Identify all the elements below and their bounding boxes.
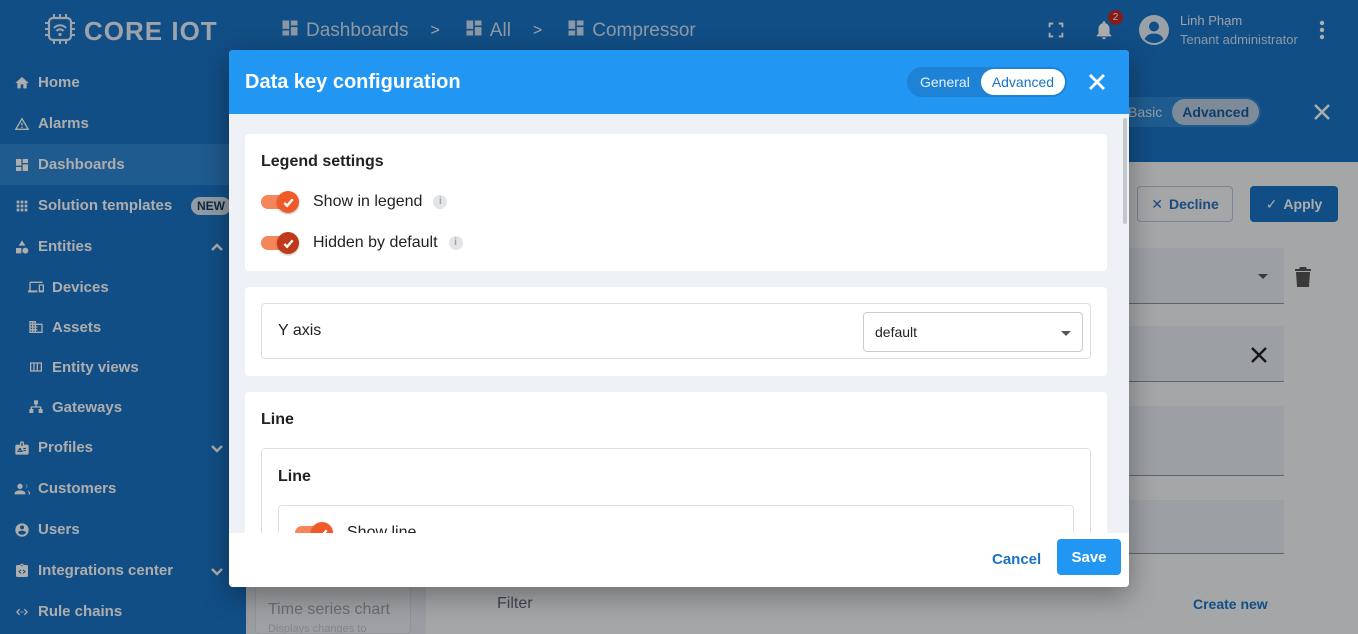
save-button[interactable]: Save bbox=[1057, 539, 1121, 575]
check-icon bbox=[311, 522, 333, 533]
y-axis-select[interactable]: default bbox=[863, 312, 1083, 352]
dialog-title: Data key configuration bbox=[245, 71, 461, 93]
show-line-row: Show line bbox=[295, 522, 416, 533]
legend-settings-card: Legend settings Show in legend i Hidden … bbox=[245, 134, 1107, 271]
tab-advanced[interactable]: Advanced bbox=[980, 69, 1066, 95]
info-icon[interactable]: i bbox=[448, 236, 463, 250]
legend-settings-title: Legend settings bbox=[261, 153, 384, 170]
y-axis-row: Y axis default bbox=[261, 303, 1091, 359]
line-subsection-title: Line bbox=[278, 468, 311, 485]
show-in-legend-row: Show in legend i bbox=[261, 191, 448, 213]
y-axis-card: Y axis default bbox=[245, 287, 1107, 376]
show-line-toggle[interactable] bbox=[295, 522, 333, 533]
dialog-header: Data key configuration General Advanced bbox=[229, 50, 1129, 114]
line-settings-box: Line Show line bbox=[261, 448, 1091, 533]
y-axis-select-value: default bbox=[875, 324, 918, 340]
dropdown-caret-icon bbox=[1061, 331, 1071, 336]
tab-general[interactable]: General bbox=[909, 69, 981, 95]
cancel-button[interactable]: Cancel bbox=[984, 547, 1049, 572]
y-axis-label: Y axis bbox=[278, 322, 322, 339]
data-key-config-dialog: Data key configuration General Advanced … bbox=[229, 50, 1129, 587]
hidden-by-default-toggle[interactable] bbox=[261, 232, 299, 254]
check-icon bbox=[277, 191, 299, 213]
hidden-by-default-label: Hidden by default bbox=[313, 234, 438, 251]
line-card: Line Line Show line bbox=[245, 392, 1107, 533]
dialog-footer: Cancel Save bbox=[229, 533, 1129, 587]
show-in-legend-toggle[interactable] bbox=[261, 191, 299, 213]
show-line-label: Show line bbox=[347, 524, 417, 533]
line-section-title: Line bbox=[261, 411, 294, 428]
show-line-box: Show line bbox=[278, 505, 1074, 533]
dialog-scrollbar[interactable] bbox=[1123, 118, 1127, 224]
info-icon[interactable]: i bbox=[433, 195, 448, 209]
hidden-by-default-row: Hidden by default i bbox=[261, 232, 463, 254]
check-icon bbox=[277, 232, 299, 254]
config-tab-toggle[interactable]: General Advanced bbox=[907, 67, 1068, 97]
close-icon[interactable] bbox=[1087, 72, 1107, 92]
dialog-body[interactable]: Legend settings Show in legend i Hidden … bbox=[229, 114, 1129, 533]
show-in-legend-label: Show in legend bbox=[313, 193, 423, 210]
